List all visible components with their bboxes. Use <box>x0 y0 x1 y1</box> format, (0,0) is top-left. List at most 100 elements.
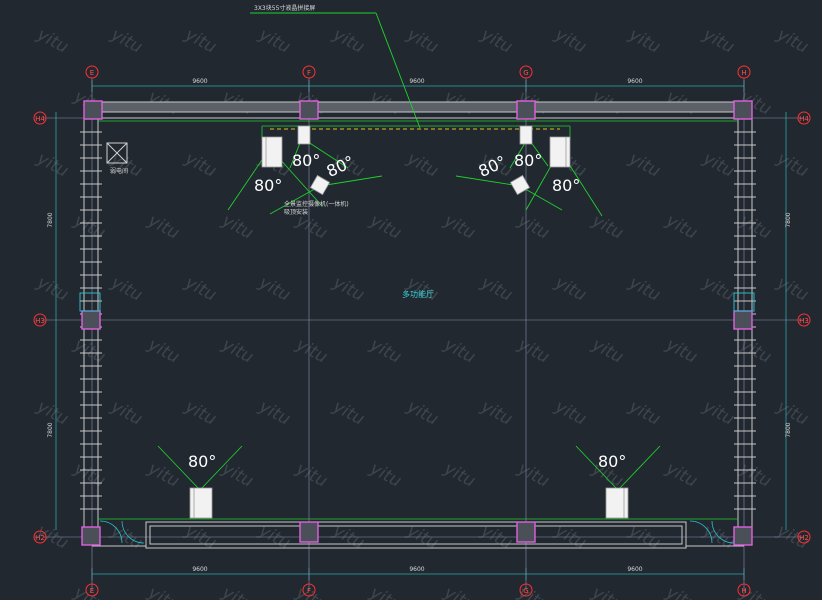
watermark-text: yitu <box>107 396 146 429</box>
watermark-text: yitu <box>440 334 479 367</box>
axis-top-h: H <box>741 69 746 77</box>
axis-bubbles <box>33 65 811 597</box>
axis-bottom-e: E <box>90 587 94 595</box>
watermark-text: yitu <box>33 272 72 305</box>
watermark-text: yitu <box>477 272 516 305</box>
dim-bottom-1: 9600 <box>192 566 207 573</box>
watermark-text: yitu <box>773 148 812 181</box>
watermark-text: yitu <box>144 334 183 367</box>
watermark-text: yitu <box>736 334 775 367</box>
watermark-text: yitu <box>699 148 738 181</box>
watermark-text: yitu <box>403 24 442 57</box>
axis-top-g: G <box>523 69 528 77</box>
dim-top-3: 9600 <box>627 78 642 85</box>
camera-icon <box>549 136 571 168</box>
watermark-text: yitu <box>588 582 627 600</box>
watermark-text: yitu <box>625 148 664 181</box>
angle-label: 80° <box>254 176 282 195</box>
camera-icon <box>605 487 629 519</box>
watermark-text: yitu <box>292 334 331 367</box>
camera-note-line1: 全景监控摄像机(一体机) <box>284 200 349 208</box>
watermark-text: yitu <box>144 458 183 491</box>
axis-bottom-h: H <box>741 587 746 595</box>
watermark-text: yitu <box>514 210 553 243</box>
watermark-text: yitu <box>440 458 479 491</box>
watermark-text: yitu <box>70 458 109 491</box>
axis-right-h3: H3 <box>799 317 809 325</box>
dim-left-2: 7800 <box>47 422 54 437</box>
watermark-text: yitu <box>662 582 701 600</box>
watermark-text: yitu <box>625 396 664 429</box>
watermark-text: yitu <box>551 24 590 57</box>
watermark-text: yitu <box>514 334 553 367</box>
angle-label: 80° <box>514 151 542 170</box>
angle-label: 80° <box>598 452 626 471</box>
watermark-text: yitu <box>514 458 553 491</box>
angle-label: 80° <box>292 151 320 170</box>
watermark-text: yitu <box>588 210 627 243</box>
watermark-text: yitu <box>181 396 220 429</box>
watermark-text: yitu <box>181 148 220 181</box>
axis-bottom-f: F <box>307 587 311 595</box>
watermark-text: yitu <box>773 24 812 57</box>
camera-icon <box>309 174 331 196</box>
camera-icon <box>189 487 213 519</box>
small-room-label: 弱电间 <box>110 167 128 175</box>
axis-left-h4: H4 <box>35 115 45 123</box>
watermark-text: yitu <box>218 582 257 600</box>
angle-labels: 80° 80° 80° 80° 80° 80° 80° 80° <box>188 151 626 471</box>
dim-left-1: 7800 <box>47 212 54 227</box>
watermark-text: yitu <box>588 334 627 367</box>
watermark-text: yitu <box>551 396 590 429</box>
watermark-text: yitu <box>440 210 479 243</box>
watermark-text: yitu <box>329 272 368 305</box>
camera-icon <box>297 125 311 145</box>
axis-bottom-g: G <box>523 587 528 595</box>
watermark-text: yitu <box>736 458 775 491</box>
watermark-text: yitu <box>403 148 442 181</box>
watermark-text: yitu <box>255 24 294 57</box>
dim-right-2: 7800 <box>785 422 792 437</box>
axis-top-f: F <box>307 69 311 77</box>
dim-right-1: 7800 <box>785 212 792 227</box>
watermark-text: yitu <box>403 396 442 429</box>
axis-right-h2: H2 <box>799 534 809 542</box>
watermark-text: yitu <box>366 334 405 367</box>
watermark-text: yitu <box>773 396 812 429</box>
watermark-text: yitu <box>366 210 405 243</box>
axis-left-h3: H3 <box>35 317 45 325</box>
watermark-text: yitu <box>255 272 294 305</box>
watermark-text: yitu <box>773 272 812 305</box>
watermark-text: yitu <box>107 148 146 181</box>
axis-bubble-labels: E F G H E F G H H4 H3 H2 H4 H3 H2 <box>35 69 809 595</box>
watermark-text: yitu <box>181 24 220 57</box>
watermark-text: yitu <box>477 24 516 57</box>
wall-ticks <box>80 131 756 510</box>
watermark-text: yitu <box>625 272 664 305</box>
watermark-text: yitu <box>366 458 405 491</box>
watermark-text: yitu <box>107 24 146 57</box>
watermark-text: yitu <box>699 24 738 57</box>
watermark-text: yitu <box>329 24 368 57</box>
dim-top-1: 9600 <box>192 78 207 85</box>
dim-bottom-2: 9600 <box>409 566 424 573</box>
angle-label: 80° <box>188 452 216 471</box>
watermark-text: yitu <box>144 582 183 600</box>
watermark-text: yitu <box>736 210 775 243</box>
watermark-text: yitu <box>699 272 738 305</box>
camera-icon <box>261 136 283 168</box>
axis-left-h2: H2 <box>35 534 45 542</box>
watermark-text: yitu <box>107 272 146 305</box>
axis-right-h4: H4 <box>799 115 809 123</box>
watermark-text: yitu <box>551 272 590 305</box>
watermark-text: yitu <box>699 396 738 429</box>
watermark-text: yitu <box>218 334 257 367</box>
watermark-text: yitu <box>144 210 183 243</box>
dim-top-2: 9600 <box>409 78 424 85</box>
watermark-text: yitu <box>329 396 368 429</box>
room-label: 多功能厅 <box>402 289 434 299</box>
camera-icon <box>509 174 531 196</box>
watermark-text: yitu <box>70 334 109 367</box>
watermark-text: yitu <box>662 334 701 367</box>
watermark-text: yitu <box>33 148 72 181</box>
